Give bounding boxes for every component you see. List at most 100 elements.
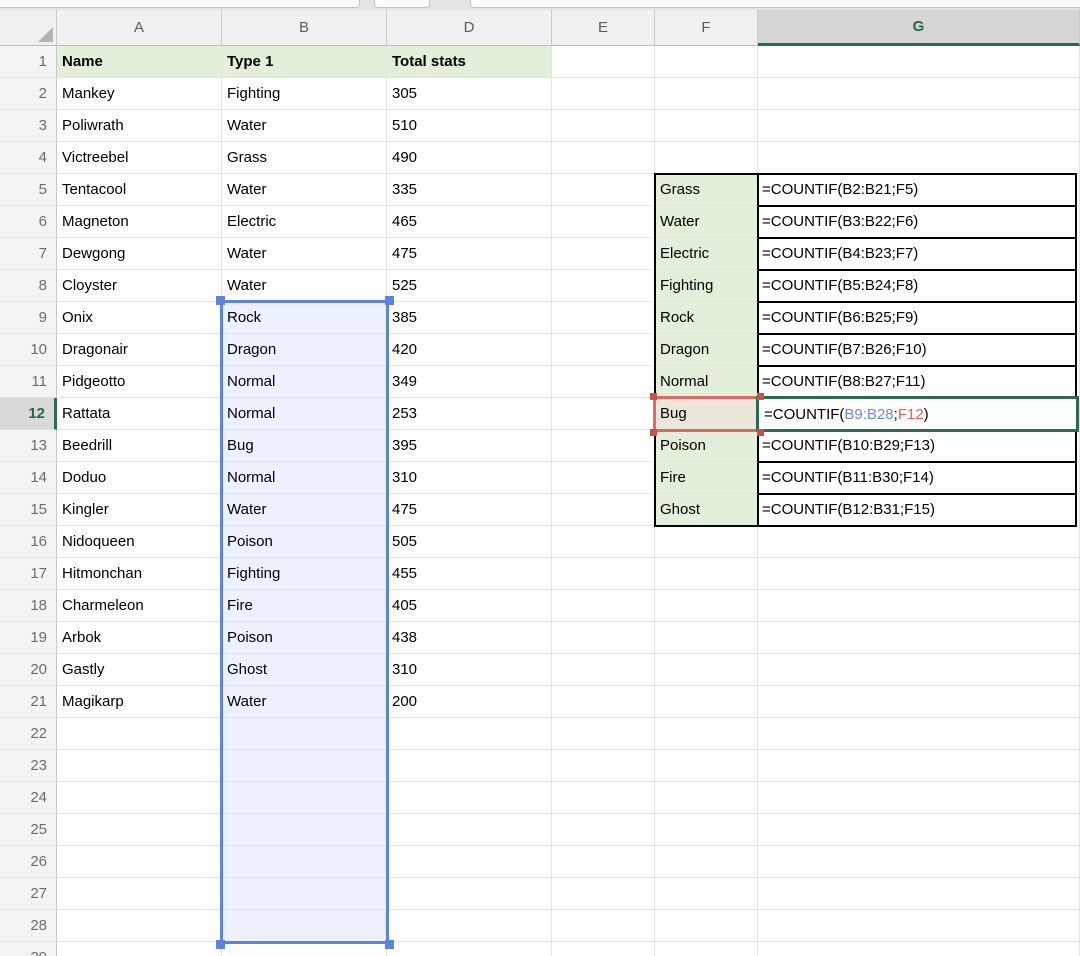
cell-B3[interactable]: Water	[222, 110, 387, 142]
select-all-corner[interactable]	[0, 10, 57, 46]
cell-E8[interactable]	[552, 270, 655, 302]
cell-F15[interactable]: Ghost	[655, 494, 758, 526]
cell-G23[interactable]	[758, 750, 1080, 782]
cell-B2[interactable]: Fighting	[222, 78, 387, 110]
row-header-29[interactable]: 29	[0, 942, 57, 956]
row-header-14[interactable]: 14	[0, 462, 57, 494]
row-header-1[interactable]: 1	[0, 46, 57, 78]
cell-A1[interactable]: Name	[57, 46, 222, 78]
cell-G25[interactable]	[758, 814, 1080, 846]
cell-D3[interactable]: 510	[387, 110, 552, 142]
cell-D12[interactable]: 253	[387, 398, 552, 430]
cell-G4[interactable]	[758, 142, 1080, 174]
cell-F1[interactable]	[655, 46, 758, 78]
row-header-10[interactable]: 10	[0, 334, 57, 366]
cell-F2[interactable]	[655, 78, 758, 110]
row-header-23[interactable]: 23	[0, 750, 57, 782]
row-header-24[interactable]: 24	[0, 782, 57, 814]
cell-E19[interactable]	[552, 622, 655, 654]
cell-D6[interactable]: 465	[387, 206, 552, 238]
cell-E25[interactable]	[552, 814, 655, 846]
cell-E5[interactable]	[552, 174, 655, 206]
cell-G19[interactable]	[758, 622, 1080, 654]
cell-G14[interactable]: =COUNTIF(B11:B30;F14)	[758, 462, 1080, 494]
precedent-cell-marquee[interactable]	[653, 396, 760, 432]
cell-A10[interactable]: Dragonair	[57, 334, 222, 366]
cell-G13[interactable]: =COUNTIF(B10:B29;F13)	[758, 430, 1080, 462]
cell-D14[interactable]: 310	[387, 462, 552, 494]
selection-handle-tl[interactable]	[216, 296, 225, 305]
row-header-7[interactable]: 7	[0, 238, 57, 270]
cell-G1[interactable]	[758, 46, 1080, 78]
cell-A5[interactable]: Tentacool	[57, 174, 222, 206]
cell-F11[interactable]: Normal	[655, 366, 758, 398]
cell-D15[interactable]: 475	[387, 494, 552, 526]
cell-G3[interactable]	[758, 110, 1080, 142]
cell-E18[interactable]	[552, 590, 655, 622]
cell-F4[interactable]	[655, 142, 758, 174]
cell-B6[interactable]: Electric	[222, 206, 387, 238]
cell-D18[interactable]: 405	[387, 590, 552, 622]
column-header-e[interactable]: E	[552, 10, 655, 46]
cell-D8[interactable]: 525	[387, 270, 552, 302]
cell-G16[interactable]	[758, 526, 1080, 558]
row-header-28[interactable]: 28	[0, 910, 57, 942]
cell-D21[interactable]: 200	[387, 686, 552, 718]
cell-E26[interactable]	[552, 846, 655, 878]
active-cell-editor[interactable]: =COUNTIF(B9:B28;F12)	[756, 396, 1079, 432]
cell-A14[interactable]: Doduo	[57, 462, 222, 494]
marquee-handle-tr[interactable]	[757, 393, 764, 400]
cell-F20[interactable]	[655, 654, 758, 686]
cell-A20[interactable]: Gastly	[57, 654, 222, 686]
cell-E12[interactable]	[552, 398, 655, 430]
column-header-g[interactable]: G	[758, 10, 1080, 46]
row-header-5[interactable]: 5	[0, 174, 57, 206]
cell-E27[interactable]	[552, 878, 655, 910]
cell-F19[interactable]	[655, 622, 758, 654]
cell-A2[interactable]: Mankey	[57, 78, 222, 110]
cell-D4[interactable]: 490	[387, 142, 552, 174]
cell-D13[interactable]: 395	[387, 430, 552, 462]
cell-G29[interactable]	[758, 942, 1080, 956]
cell-D16[interactable]: 505	[387, 526, 552, 558]
formula-bar-input-remnant[interactable]	[470, 0, 1080, 8]
cell-E9[interactable]	[552, 302, 655, 334]
cell-G26[interactable]	[758, 846, 1080, 878]
cell-A6[interactable]: Magneton	[57, 206, 222, 238]
cell-D1[interactable]: Total stats	[387, 46, 552, 78]
cell-E21[interactable]	[552, 686, 655, 718]
row-header-26[interactable]: 26	[0, 846, 57, 878]
cell-A26[interactable]	[57, 846, 222, 878]
cell-G17[interactable]	[758, 558, 1080, 590]
row-header-20[interactable]: 20	[0, 654, 57, 686]
cell-F17[interactable]	[655, 558, 758, 590]
cell-D19[interactable]: 438	[387, 622, 552, 654]
cell-E6[interactable]	[552, 206, 655, 238]
row-header-25[interactable]: 25	[0, 814, 57, 846]
row-header-21[interactable]: 21	[0, 686, 57, 718]
cell-A22[interactable]	[57, 718, 222, 750]
cell-F5[interactable]: Grass	[655, 174, 758, 206]
row-header-4[interactable]: 4	[0, 142, 57, 174]
cell-G20[interactable]	[758, 654, 1080, 686]
cell-A28[interactable]	[57, 910, 222, 942]
cell-D29[interactable]	[387, 942, 552, 956]
row-header-19[interactable]: 19	[0, 622, 57, 654]
cell-A21[interactable]: Magikarp	[57, 686, 222, 718]
cell-G7[interactable]: =COUNTIF(B4:B23;F7)	[758, 238, 1080, 270]
cell-G10[interactable]: =COUNTIF(B7:B26;F10)	[758, 334, 1080, 366]
cell-A13[interactable]: Beedrill	[57, 430, 222, 462]
name-box-remnant[interactable]	[0, 0, 360, 8]
cell-A29[interactable]	[57, 942, 222, 956]
cell-E1[interactable]	[552, 46, 655, 78]
row-header-9[interactable]: 9	[0, 302, 57, 334]
cell-A12[interactable]: Rattata	[57, 398, 222, 430]
cell-A9[interactable]: Onix	[57, 302, 222, 334]
cell-E17[interactable]	[552, 558, 655, 590]
selection-range-border[interactable]	[220, 300, 389, 944]
marquee-handle-tl[interactable]	[650, 393, 657, 400]
cell-F10[interactable]: Dragon	[655, 334, 758, 366]
cell-E20[interactable]	[552, 654, 655, 686]
cell-F26[interactable]	[655, 846, 758, 878]
row-header-2[interactable]: 2	[0, 78, 57, 110]
